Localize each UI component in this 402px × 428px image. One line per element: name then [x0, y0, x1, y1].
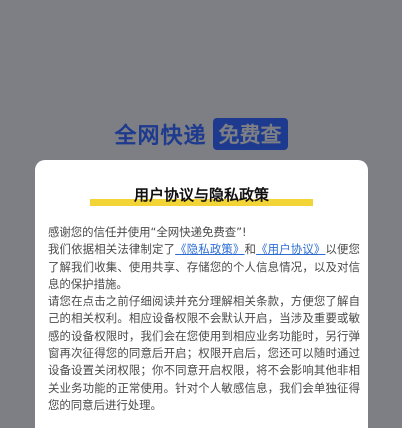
agreement-dialog: 用户协议与隐私政策 感谢您的信任并使用“全网快递免费查”! 我们依据相关法律制定…	[35, 160, 368, 428]
welcome-line: 感谢您的信任并使用“全网快递免费查”!	[48, 225, 247, 239]
agreement-paragraph: 我们依据相关法律制定了《隐私政策》和《用户协议》以便您了解我们收集、使用共享、存…	[48, 241, 360, 293]
dialog-header: 用户协议与隐私政策	[35, 184, 368, 206]
dialog-title-text: 用户协议与隐私政策	[133, 186, 269, 204]
user-agreement-link[interactable]: 《用户协议》	[256, 242, 325, 256]
logo-badge: 免费查	[212, 118, 288, 150]
app-logo: 全网快递 免费查	[0, 118, 402, 150]
dialog-body: 感谢您的信任并使用“全网快递免费查”! 我们依据相关法律制定了《隐私政策》和《用…	[48, 224, 360, 414]
and-text: 和	[244, 242, 257, 257]
dialog-title: 用户协议与隐私政策	[89, 184, 313, 206]
privacy-policy-link[interactable]: 《隐私政策》	[175, 242, 244, 256]
agreement-intro: 我们依据相关法律制定了	[48, 242, 176, 257]
permissions-paragraph: 请您在点击之前仔细阅读并充分理解相关条款，方便您了解自己的相关权利。相应设备权限…	[48, 294, 360, 412]
logo-text: 全网快递	[114, 124, 207, 149]
